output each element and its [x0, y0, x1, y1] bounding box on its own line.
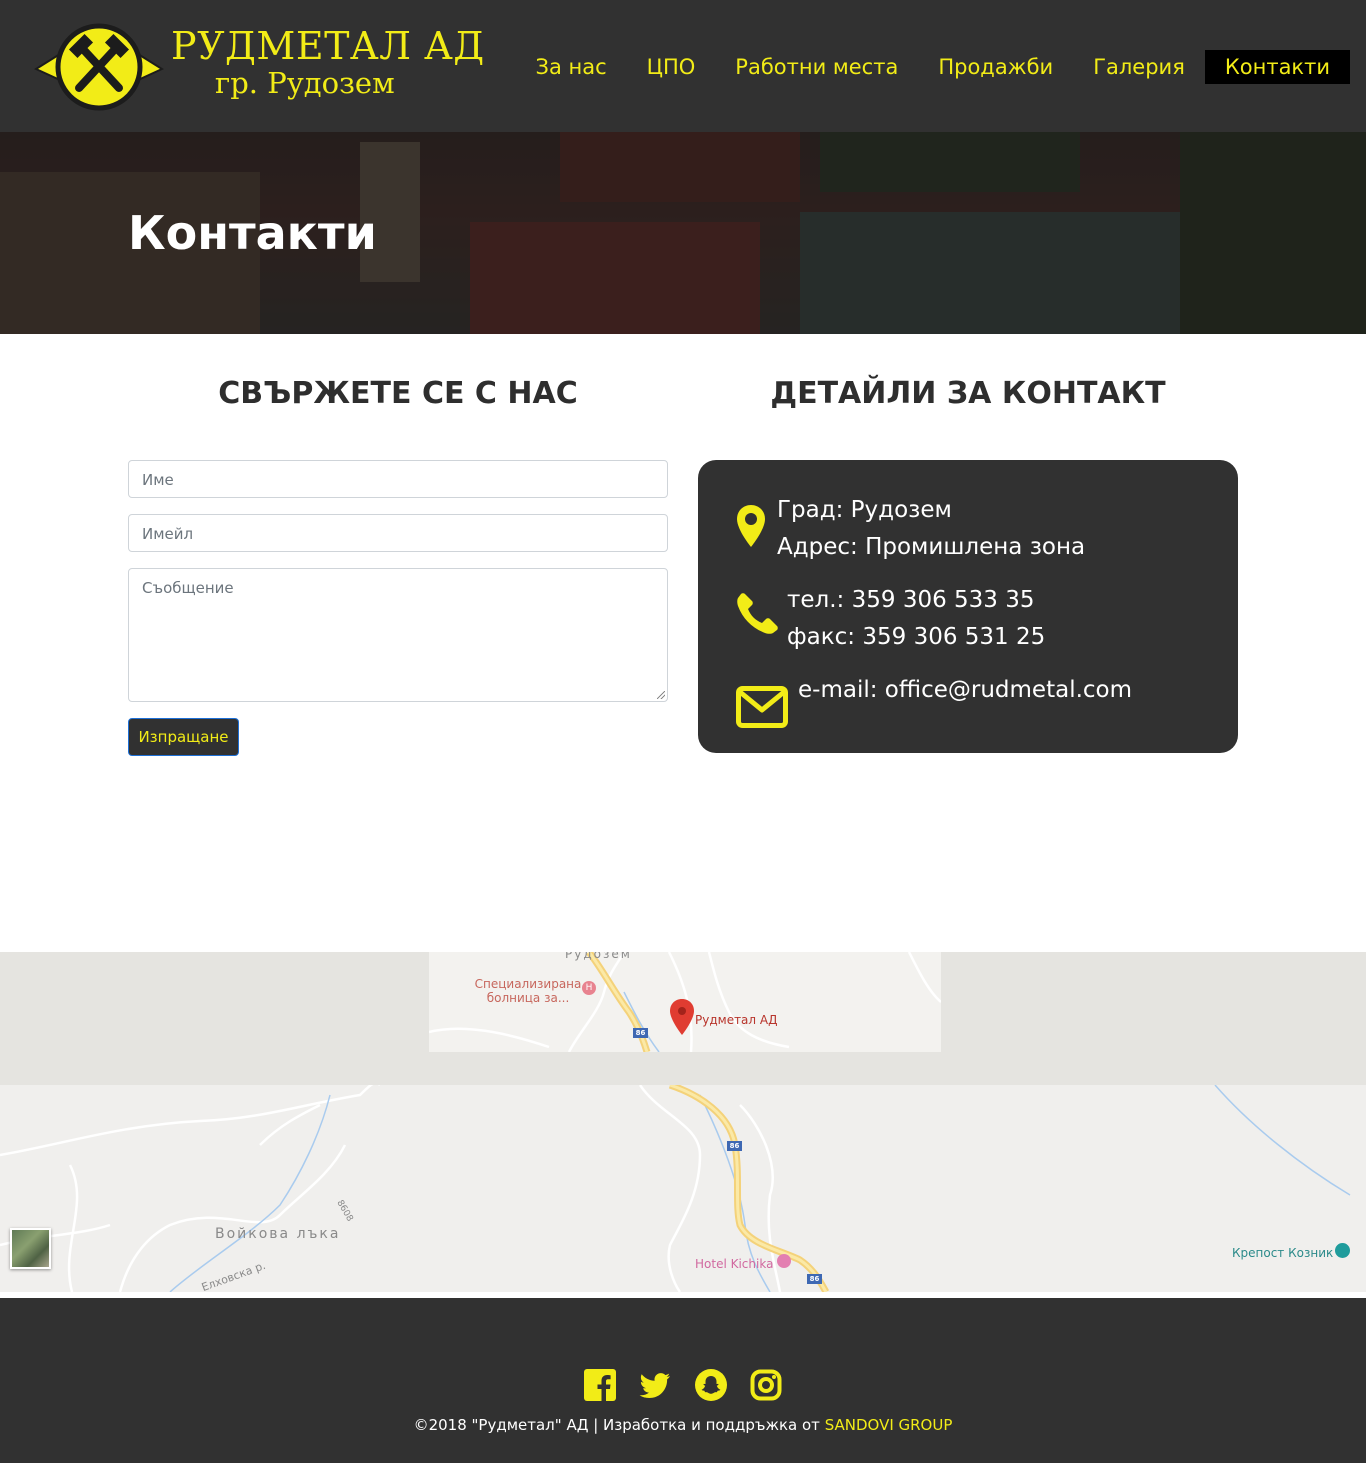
copyright-notice: ©2018 "Рудметал" АД | Изработка и поддръ…: [413, 1416, 825, 1434]
phone-icon: [737, 593, 778, 634]
road-86-badge-3: 86: [807, 1274, 822, 1284]
contact-city: Град: Рудозем: [777, 497, 952, 523]
hospital-icon: H: [582, 981, 596, 995]
submit-button[interactable]: Изпращане: [128, 718, 239, 756]
twitter-icon[interactable]: [639, 1369, 671, 1401]
message-field[interactable]: Съобщение: [128, 568, 668, 702]
map-pin-icon: [737, 505, 765, 547]
resize-handle[interactable]: [657, 691, 665, 699]
road-86-badge-2: 86: [727, 1141, 742, 1151]
site-header: РУДМЕТАЛ АД гр. Рудозем За нас ЦПО Работ…: [0, 0, 1366, 132]
developer-link[interactable]: SANDOVI GROUP: [825, 1416, 953, 1434]
site-footer: ©2018 "Рудметал" АД | Изработка и поддръ…: [0, 1298, 1366, 1463]
contact-email[interactable]: e-mail: office@rudmetal.com: [798, 672, 1132, 709]
landmark-icon: [1335, 1243, 1350, 1258]
envelope-icon: [736, 686, 788, 728]
hammer-pick-icon: [34, 23, 164, 111]
nav-item-contacts[interactable]: Контакти: [1204, 50, 1350, 84]
map-label-town: Рудозем: [565, 952, 632, 961]
name-field[interactable]: Име: [128, 460, 668, 498]
map-label-hotel[interactable]: Hotel Kichika: [695, 1257, 773, 1271]
map-label-fortress[interactable]: Крепост Козник: [1232, 1246, 1333, 1260]
map-inset: Рудозем Специализирана болница за... H 8…: [429, 952, 941, 1052]
snapchat-icon[interactable]: [695, 1369, 727, 1401]
nav-item-cpo[interactable]: ЦПО: [627, 50, 716, 84]
copyright-text: ©2018 "Рудметал" АД | Изработка и поддръ…: [0, 1416, 1366, 1434]
logo-title: РУДМЕТАЛ АД: [171, 24, 485, 68]
satellite-toggle-button[interactable]: [10, 1228, 51, 1269]
social-links: [583, 1369, 783, 1401]
map-roads: [0, 1085, 1351, 1292]
location-map[interactable]: Рудозем Специализирана болница за... H 8…: [0, 952, 1366, 1292]
main-nav: За нас ЦПО Работни места Продажби Галери…: [516, 50, 1350, 84]
hero-banner: Контакти: [0, 132, 1366, 334]
nav-item-gallery[interactable]: Галерия: [1073, 50, 1205, 84]
logo-subtitle: гр. Рудозем: [215, 66, 395, 100]
map-marker-icon[interactable]: [669, 998, 695, 1036]
message-placeholder: Съобщение: [142, 579, 234, 597]
contact-fax: факс: 359 306 531 25: [787, 624, 1046, 650]
contact-form-heading: СВЪРЖЕТЕ СЕ С НАС: [218, 376, 578, 411]
page-title: Контакти: [128, 206, 377, 260]
hotel-icon: [777, 1254, 791, 1268]
contact-details-card: Град: Рудозем Адрес: Промишлена зона тел…: [698, 460, 1238, 753]
nav-item-sales[interactable]: Продажби: [918, 50, 1073, 84]
instagram-icon[interactable]: [750, 1369, 782, 1401]
contact-phone[interactable]: тел.: 359 306 533 35: [787, 582, 1035, 619]
map-label-marker: Рудметал АД: [695, 1013, 778, 1027]
map-label-village: Войкова лъка: [215, 1226, 341, 1242]
nav-item-jobs[interactable]: Работни места: [715, 50, 918, 84]
road-86-badge: 86: [633, 1028, 648, 1038]
map-label-hospital[interactable]: Специализирана болница за...: [473, 977, 583, 1005]
facebook-icon[interactable]: [584, 1369, 616, 1401]
name-placeholder: Име: [142, 471, 174, 489]
email-field[interactable]: Имейл: [128, 514, 668, 552]
contact-details-heading: ДЕТАЙЛИ ЗА КОНТАКТ: [770, 376, 1166, 411]
site-logo[interactable]: РУДМЕТАЛ АД гр. Рудозем: [34, 22, 494, 112]
email-placeholder: Имейл: [142, 525, 194, 543]
contact-address: Адрес: Промишлена зона: [777, 534, 1086, 560]
nav-item-about[interactable]: За нас: [516, 50, 627, 84]
